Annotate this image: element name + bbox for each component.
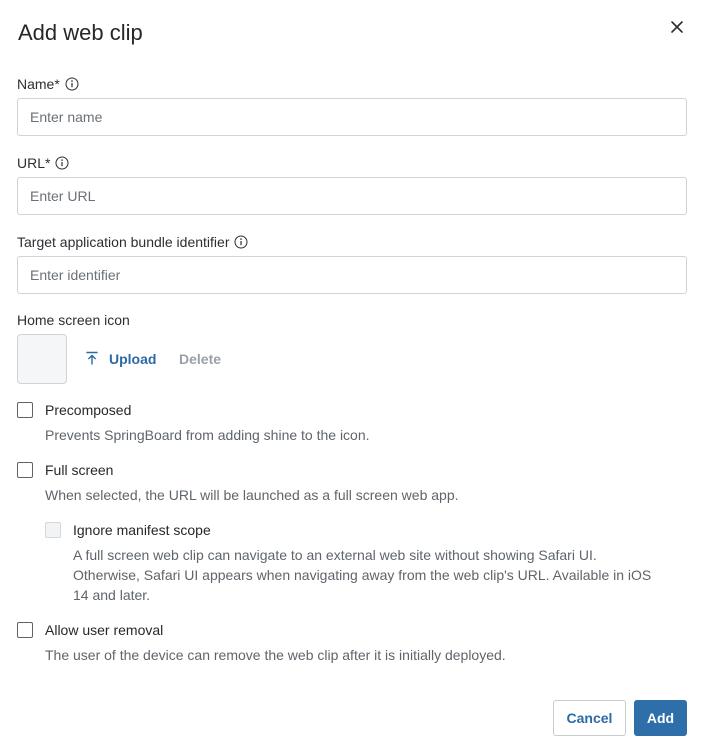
add-web-clip-dialog: Add web clip Name* URL* Target applicati… [0,0,707,753]
bundle-id-label-text: Target application bundle identifier [17,234,230,250]
home-screen-icon-label: Home screen icon [17,312,130,328]
upload-label: Upload [109,351,157,367]
precomposed-checkbox[interactable] [17,402,33,418]
ignore-manifest-scope-description-line2: Otherwise, Safari UI appears when naviga… [73,567,652,583]
url-label-text: URL* [17,155,51,171]
url-label: URL* [17,155,69,171]
name-input[interactable] [17,98,687,136]
close-icon [668,18,686,36]
ignore-manifest-scope-checkbox[interactable] [45,522,61,538]
bundle-id-label: Target application bundle identifier [17,234,248,250]
full-screen-description: When selected, the URL will be launched … [45,487,459,503]
cancel-button[interactable]: Cancel [553,700,626,736]
ignore-manifest-scope-label: Ignore manifest scope [73,522,211,538]
icon-preview [17,334,67,384]
name-label-text: Name* [17,76,60,92]
info-icon[interactable] [234,235,248,249]
url-input[interactable] [17,177,687,215]
close-button[interactable] [668,18,686,36]
precomposed-label: Precomposed [45,402,132,418]
home-screen-icon-label-text: Home screen icon [17,312,130,328]
dialog-title: Add web clip [18,20,143,45]
bundle-id-input[interactable] [17,256,687,294]
info-icon[interactable] [55,156,69,170]
full-screen-label: Full screen [45,462,114,478]
allow-user-removal-description: The user of the device can remove the we… [45,647,506,663]
add-button[interactable]: Add [634,700,687,736]
ignore-manifest-scope-description-line3: 14 and later. [73,587,151,603]
allow-user-removal-label: Allow user removal [45,622,164,638]
info-icon[interactable] [65,77,79,91]
precomposed-description: Prevents SpringBoard from adding shine t… [45,427,370,443]
full-screen-checkbox[interactable] [17,462,33,478]
name-label: Name* [17,76,79,92]
upload-icon [86,351,109,368]
allow-user-removal-checkbox[interactable] [17,622,33,638]
ignore-manifest-scope-description-line1: A full screen web clip can navigate to a… [73,547,597,563]
upload-button[interactable]: Upload [86,350,156,368]
delete-button[interactable]: Delete [179,350,221,368]
